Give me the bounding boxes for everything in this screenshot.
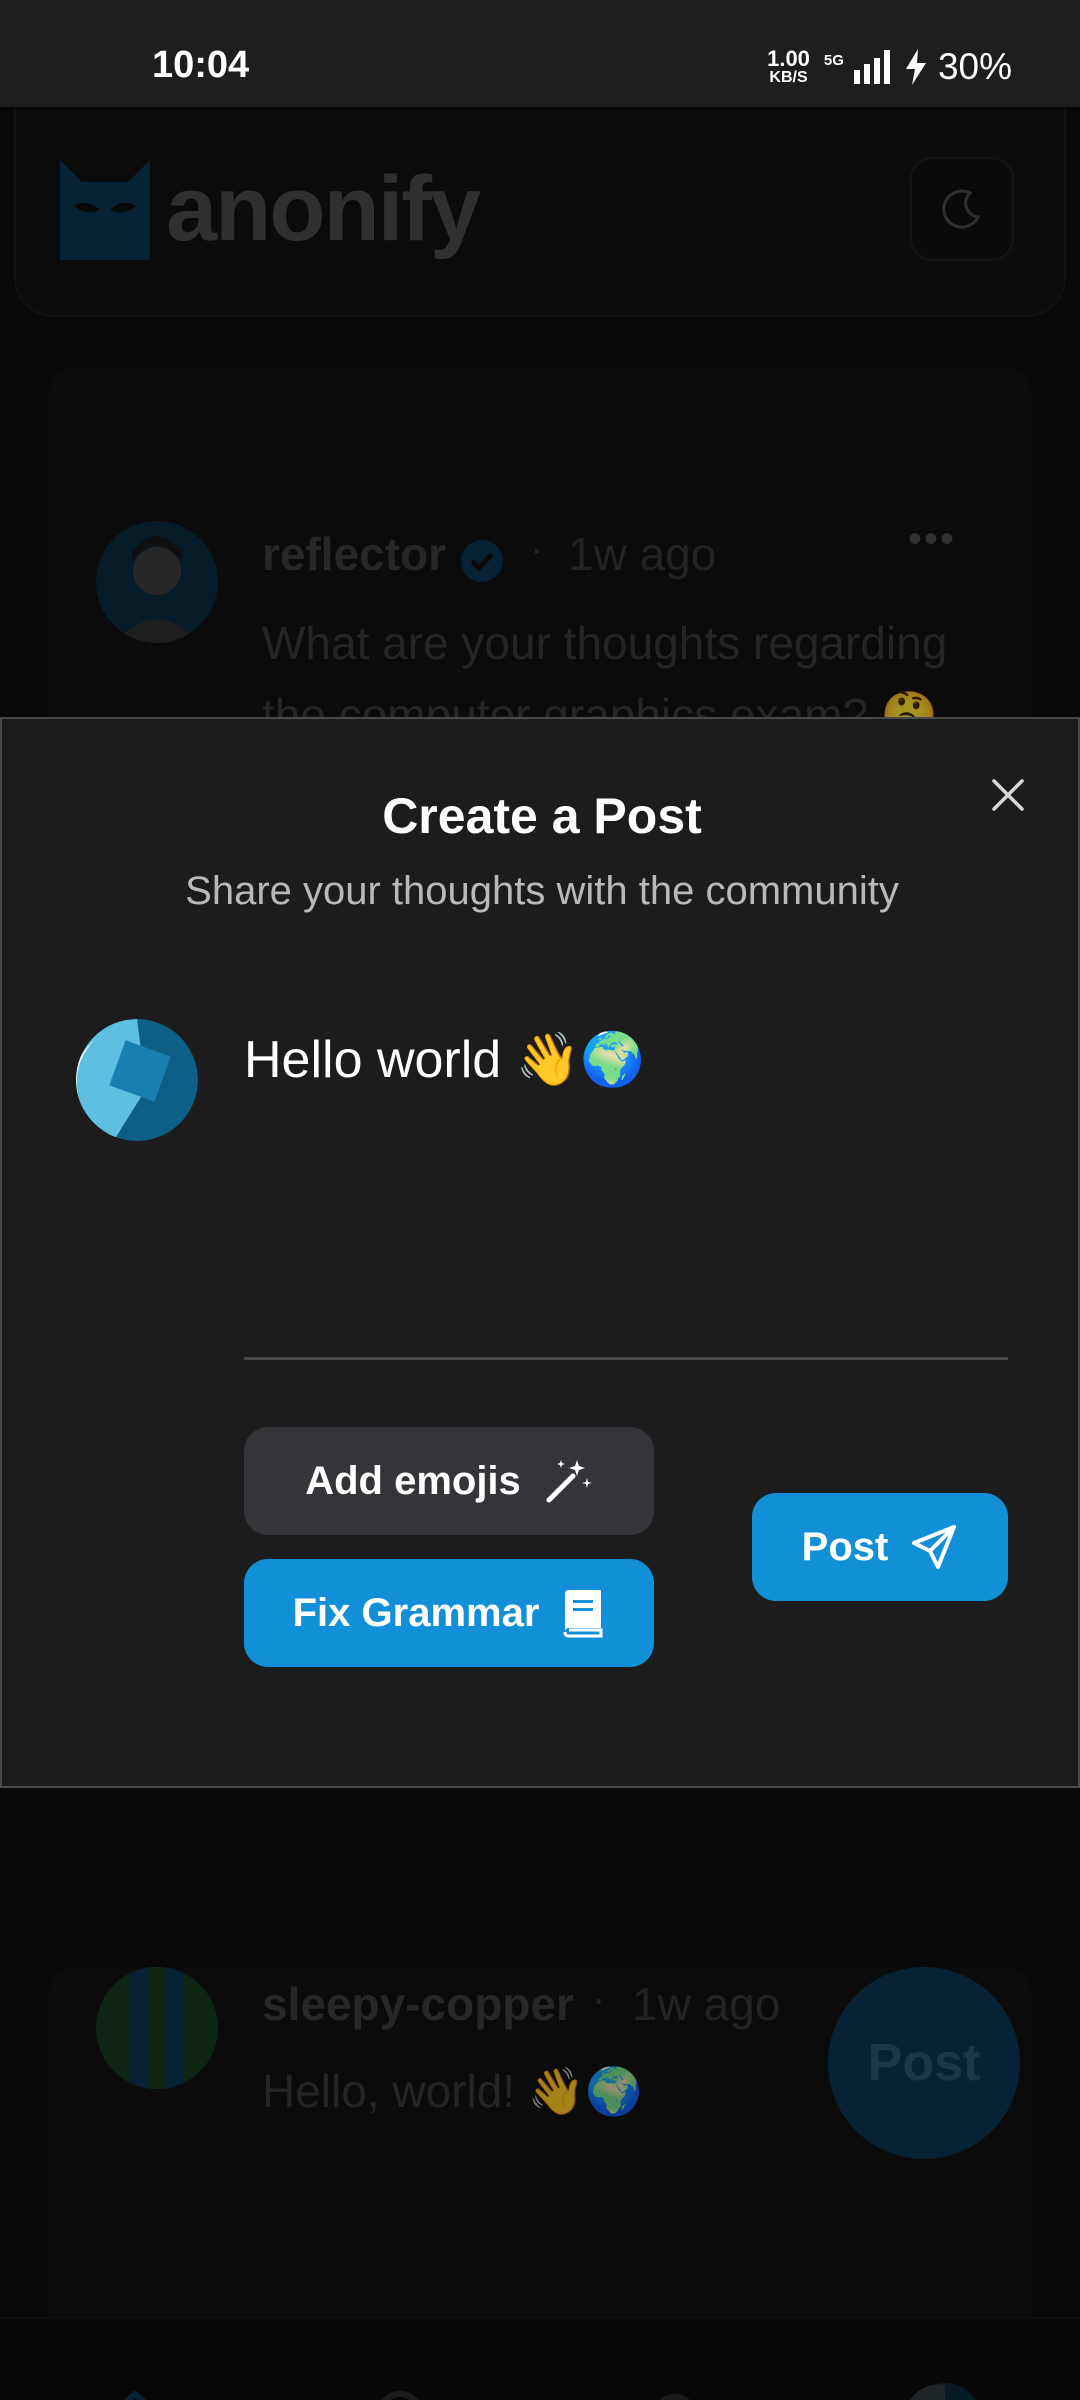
modal-title: Create a Post — [382, 788, 702, 844]
input-underline — [244, 1357, 1008, 1360]
modal-subtitle: Share your thoughts with the community — [185, 869, 899, 913]
post-input[interactable]: Hello world 👋🌍 — [244, 1029, 645, 1090]
magic-wand-icon — [546, 1460, 592, 1503]
charging-icon — [905, 49, 926, 85]
user-avatar-icon — [76, 1019, 198, 1141]
network-type: 5G — [823, 51, 844, 69]
network-speed-unit: KB/S — [769, 69, 808, 86]
status-bar: 10:04 1.00 KB/S 5G 30% — [0, 0, 1080, 107]
add-emojis-button[interactable]: Add emojis — [244, 1427, 654, 1535]
fix-grammar-label: Fix Grammar — [292, 1590, 540, 1635]
add-emojis-label: Add emojis — [305, 1458, 521, 1503]
network-speed: 1.00 KB/S — [767, 48, 810, 86]
current-user-avatar — [76, 1019, 198, 1141]
post-button[interactable]: Post — [752, 1493, 1008, 1601]
status-time: 10:04 — [152, 44, 250, 86]
send-icon — [912, 1525, 957, 1569]
create-post-modal: Create a Post Share your thoughts with t… — [0, 717, 1080, 1788]
post-label: Post — [801, 1524, 889, 1569]
fix-grammar-button[interactable]: Fix Grammar — [244, 1559, 654, 1667]
network-speed-value: 1.00 — [767, 46, 810, 71]
book-icon — [563, 1590, 603, 1638]
status-icons: 1.00 KB/S 5G 30% — [767, 46, 1012, 88]
signal-icon — [853, 50, 890, 84]
battery-level: 30% — [937, 46, 1012, 87]
